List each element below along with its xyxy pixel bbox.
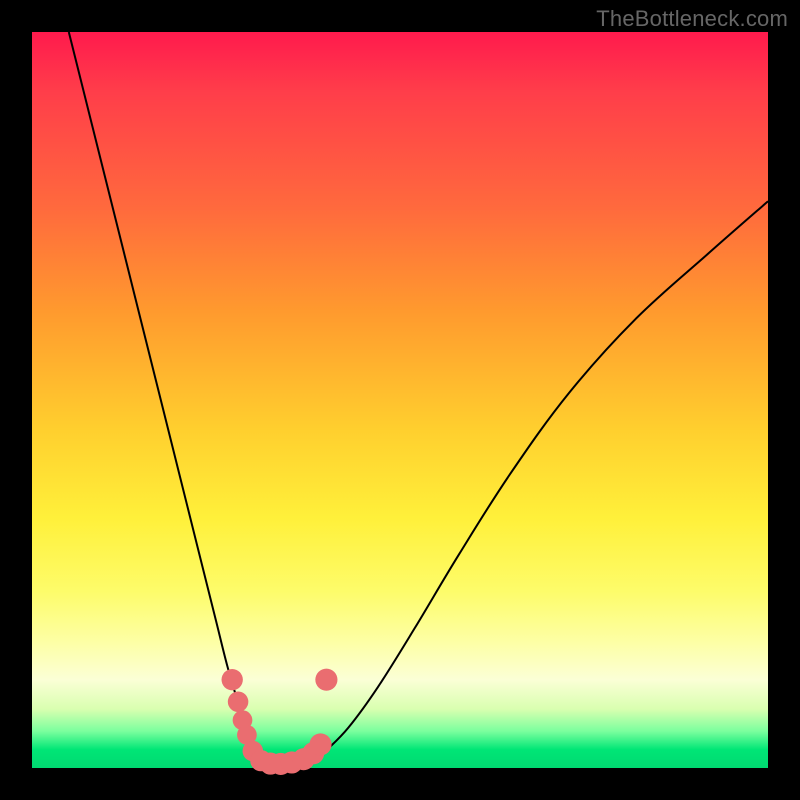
watermark-text: TheBottleneck.com [596,6,788,32]
plot-area [32,32,768,768]
data-marker [222,669,243,690]
data-marker [315,669,337,691]
curve-right-branch [326,201,768,750]
data-marker [309,733,331,755]
marker-group [222,669,338,775]
data-marker [228,691,249,712]
chart-frame: TheBottleneck.com [0,0,800,800]
curve-layer [32,32,768,768]
curve-left-branch [69,32,257,761]
